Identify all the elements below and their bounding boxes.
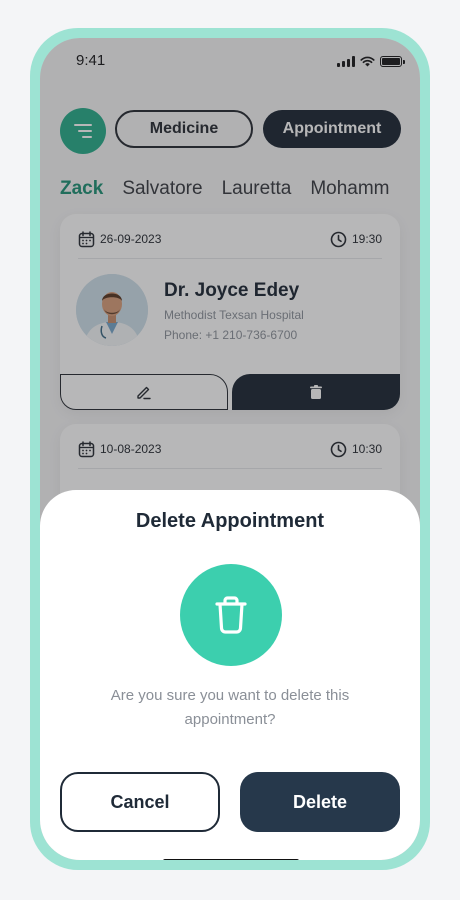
delete-button[interactable]: Delete — [240, 772, 400, 832]
trash-icon — [215, 596, 247, 634]
phone-frame: 9:41 Medicine Appointment Zack Salvatore… — [30, 28, 430, 870]
home-indicator — [163, 859, 299, 860]
cancel-button[interactable]: Cancel — [60, 772, 220, 832]
dialog-message: Are you sure you want to delete this app… — [110, 687, 350, 728]
dialog-title: Delete Appointment — [135, 510, 325, 532]
app-screen: 9:41 Medicine Appointment Zack Salvatore… — [40, 38, 420, 860]
dialog-trash-badge — [180, 564, 282, 666]
delete-dialog: Delete Appointment Are you sure you want… — [40, 490, 420, 860]
